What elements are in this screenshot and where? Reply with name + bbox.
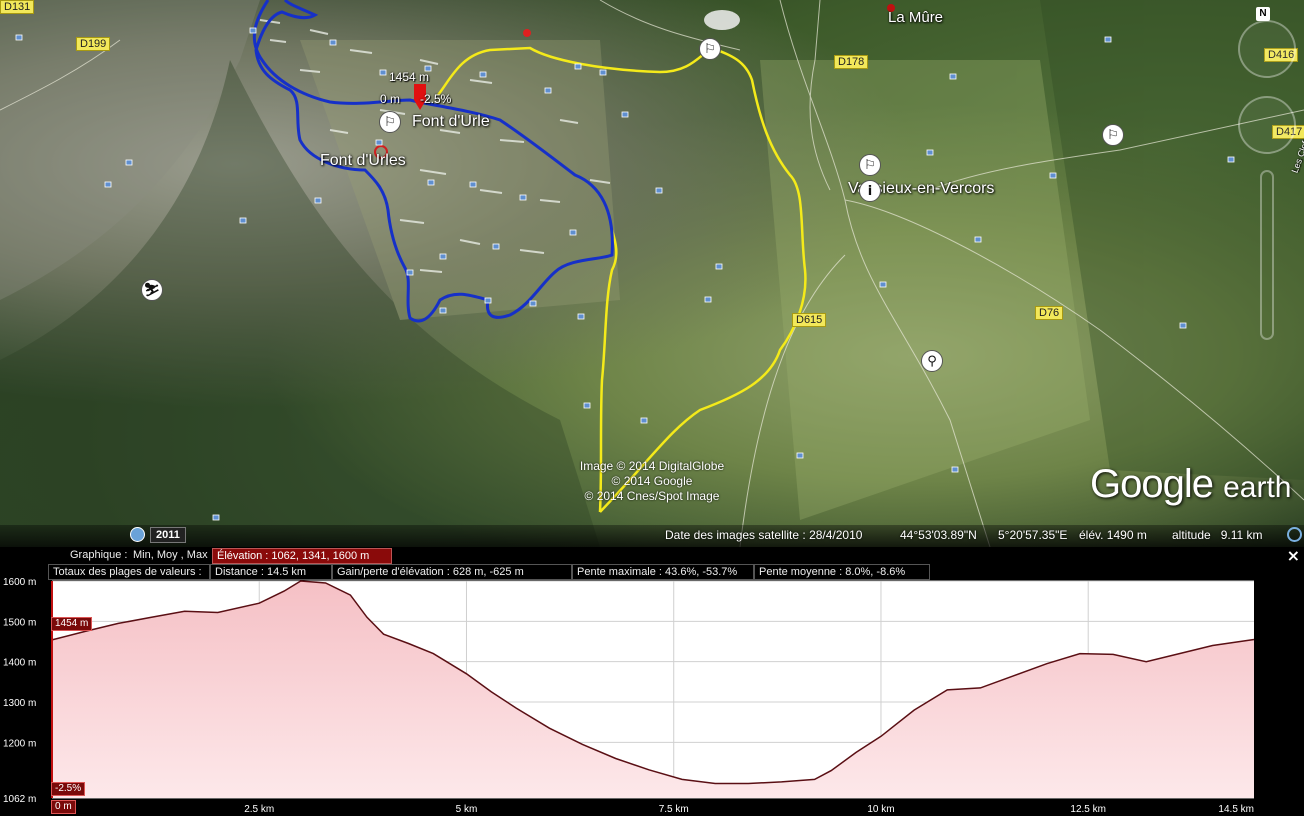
hiking-icon[interactable]: ⚐ bbox=[1102, 124, 1124, 146]
x-tick-label: 14.5 km bbox=[1218, 804, 1254, 815]
graph-stats-label: Min, Moy , Max bbox=[133, 549, 208, 561]
x-tick-label: 12.5 km bbox=[1070, 804, 1106, 815]
copyright-line-1: Image © 2014 DigitalGlobe bbox=[579, 459, 725, 473]
road-label-d131: D131 bbox=[0, 0, 35, 14]
altitude-readout: altitude 9.11 km bbox=[1172, 528, 1263, 542]
elevation-chart[interactable]: 1600 m 1500 m 1400 m 1300 m 1200 m 1062 m 2.5… bbox=[0, 575, 1304, 816]
y-tick-label: 1200 m bbox=[3, 738, 36, 749]
move-joystick[interactable] bbox=[1238, 96, 1296, 154]
logo-earth: earth bbox=[1223, 471, 1292, 504]
ski-icon[interactable]: ⛷ bbox=[141, 279, 163, 301]
red-pin-top[interactable] bbox=[523, 29, 531, 37]
track-marker-elevation: 1454 m bbox=[389, 70, 430, 84]
status-bar: Date des images satellite : 28/4/2010 44… bbox=[0, 525, 1304, 547]
place-label-la-mure[interactable]: La Mûre bbox=[888, 9, 943, 26]
cloud bbox=[704, 10, 740, 30]
y-tick-label: 1600 m bbox=[3, 577, 36, 588]
track-marker-distance: 0 m bbox=[380, 92, 401, 106]
look-joystick[interactable] bbox=[1238, 20, 1296, 78]
x-tick-label: 2.5 km bbox=[244, 804, 274, 815]
elevation-readout: élév. 1490 m bbox=[1079, 528, 1147, 542]
road-label-d178: D178 bbox=[834, 55, 869, 69]
y-tick-label: 1500 m bbox=[3, 617, 36, 628]
road-label-d199: D199 bbox=[76, 37, 111, 51]
elevation-profile-panel[interactable]: Graphique : Min, Moy , Max Élévation : 1… bbox=[0, 547, 1304, 816]
cursor-slope-label: -2.5% bbox=[51, 782, 86, 796]
place-label-font-durles[interactable]: Font d'Urles bbox=[320, 152, 406, 170]
zoom-slider[interactable] bbox=[1260, 170, 1274, 340]
y-tick-label: 1300 m bbox=[3, 698, 36, 709]
copyright-line-2: © 2014 Google bbox=[611, 474, 693, 488]
close-profile-button[interactable]: × bbox=[1287, 547, 1300, 565]
road-label-d615: D615 bbox=[792, 313, 827, 327]
x-tick-label: 7.5 km bbox=[659, 804, 689, 815]
place-label-font-durle[interactable]: Font d'Urle bbox=[412, 113, 490, 131]
hiking-icon[interactable]: ⚐ bbox=[379, 111, 401, 133]
cycling-icon[interactable]: ⚲ bbox=[921, 350, 943, 372]
imagery-copyright: Image © 2014 DigitalGlobe © 2014 Google … bbox=[572, 459, 732, 504]
map-view[interactable]: D131 D199 D178 D416 D417 D615 D76 La Mûr… bbox=[0, 0, 1304, 547]
road-label-d76: D76 bbox=[1035, 306, 1064, 320]
copyright-line-3: © 2014 Cnes/Spot Image bbox=[584, 489, 720, 503]
historical-year-badge[interactable]: 2011 bbox=[150, 527, 186, 543]
google-earth-logo: Google earth bbox=[1090, 462, 1292, 507]
x-axis: 2.5 km 5 km 7.5 km 10 km 12.5 km 14.5 km bbox=[244, 804, 1254, 815]
info-icon[interactable]: i bbox=[859, 180, 881, 202]
graph-label: Graphique : bbox=[70, 549, 128, 561]
longitude-readout: 5°20'57.35"E bbox=[998, 528, 1068, 542]
latitude-readout: 44°53'03.89"N bbox=[900, 528, 977, 542]
logo-google: Google bbox=[1090, 462, 1214, 506]
historical-imagery-clock-icon[interactable] bbox=[130, 527, 145, 542]
loading-indicator-icon bbox=[1287, 527, 1302, 542]
cursor-elevation-label: 1454 m bbox=[51, 617, 93, 631]
y-tick-label: 1400 m bbox=[3, 658, 36, 669]
track-marker-slope: -2.5% bbox=[420, 92, 452, 106]
imagery-date: Date des images satellite : 28/4/2010 bbox=[665, 528, 863, 542]
elevation-stats-tab[interactable]: Élévation : 1062, 1341, 1600 m bbox=[212, 548, 392, 564]
hiking-icon[interactable]: ⚐ bbox=[699, 38, 721, 60]
x-tick-label: 10 km bbox=[867, 804, 894, 815]
y-tick-label: 1062 m bbox=[3, 794, 36, 805]
hiking-icon[interactable]: ⚐ bbox=[859, 154, 881, 176]
north-icon[interactable]: N bbox=[1256, 7, 1270, 21]
y-axis: 1600 m 1500 m 1400 m 1300 m 1200 m 1062 m bbox=[3, 577, 36, 805]
cursor-distance-label: 0 m bbox=[51, 800, 76, 814]
x-tick-label: 5 km bbox=[456, 804, 478, 815]
